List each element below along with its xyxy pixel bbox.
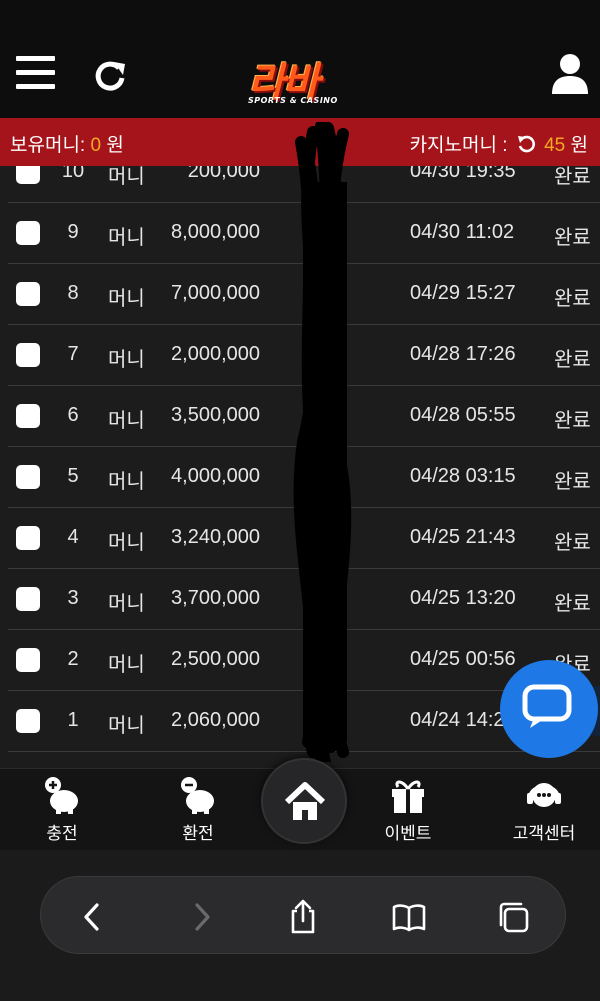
refresh-icon[interactable] (92, 58, 128, 94)
nav-events[interactable]: 이벤트 (358, 775, 458, 844)
row-checkbox[interactable] (16, 166, 40, 184)
row-checkbox[interactable] (16, 404, 40, 428)
row-status: 완료 (554, 593, 591, 615)
row-number: 1 (67, 709, 79, 731)
row-number: 3 (67, 587, 79, 609)
headset-icon (527, 783, 561, 807)
row-type: 머니 (108, 288, 145, 310)
piggy-plus-icon (45, 777, 78, 814)
row-type: 머니 (108, 532, 145, 554)
piggy-minus-icon (181, 777, 214, 814)
row-amount: 200,000 (187, 166, 260, 182)
row-amount: 4,000,000 (171, 465, 260, 487)
row-number: 9 (67, 221, 79, 243)
row-status: 완료 (554, 288, 591, 310)
browser-toolbar (0, 850, 600, 1001)
row-type: 머니 (108, 654, 145, 676)
row-date: 04/29 15:27 (410, 282, 516, 304)
site-header: 라바 SPORTS & CASINO (0, 0, 600, 118)
home-icon (284, 782, 326, 820)
holding-money-unit: 원 (106, 135, 124, 156)
row-number: 8 (67, 282, 79, 304)
row-status: 완료 (554, 471, 591, 493)
bookmarks-icon[interactable] (391, 899, 427, 935)
logo-subtitle: SPORTS & CASINO (248, 96, 338, 105)
row-amount: 3,240,000 (171, 526, 260, 548)
row-number: 5 (67, 465, 79, 487)
holding-money: 보유머니: 0 원 (10, 130, 124, 157)
row-number: 10 (61, 166, 85, 182)
row-number: 4 (67, 526, 79, 548)
user-icon[interactable] (550, 52, 590, 94)
browser-toolbar-pill (40, 876, 566, 954)
tabs-icon[interactable] (495, 899, 531, 935)
nav-withdraw-label: 환전 (182, 824, 214, 843)
row-type: 머니 (108, 166, 145, 188)
row-type: 머니 (108, 471, 145, 493)
casino-money-unit: 원 (570, 135, 588, 156)
row-status: 완료 (554, 410, 591, 432)
holding-money-value: 0 (90, 135, 102, 156)
row-date: 04/30 19:35 (410, 166, 516, 182)
row-amount: 3,500,000 (171, 404, 260, 426)
row-date: 04/25 00:56 (410, 648, 516, 670)
row-amount: 8,000,000 (171, 221, 260, 243)
holding-money-label: 보유머니: (10, 135, 86, 156)
row-status: 완료 (554, 166, 591, 188)
row-status: 완료 (554, 227, 591, 249)
row-checkbox[interactable] (16, 343, 40, 367)
nav-events-label: 이벤트 (384, 824, 432, 843)
row-amount: 3,700,000 (171, 587, 260, 609)
nav-deposit-label: 충전 (46, 824, 78, 843)
forward-icon[interactable] (183, 899, 219, 935)
row-amount: 2,000,000 (171, 343, 260, 365)
row-checkbox[interactable] (16, 709, 40, 733)
row-type: 머니 (108, 410, 145, 432)
row-type: 머니 (108, 349, 145, 371)
home-button[interactable] (261, 758, 347, 844)
row-checkbox[interactable] (16, 648, 40, 672)
row-date: 04/28 17:26 (410, 343, 516, 365)
chat-bubble-icon (522, 684, 572, 728)
row-date: 04/28 05:55 (410, 404, 516, 426)
row-amount: 7,000,000 (171, 282, 260, 304)
row-date: 04/28 03:15 (410, 465, 516, 487)
share-icon[interactable] (285, 899, 321, 935)
casino-refresh-icon[interactable] (517, 135, 535, 153)
row-checkbox[interactable] (16, 465, 40, 489)
row-type: 머니 (108, 227, 145, 249)
hamburger-menu-icon[interactable] (16, 56, 56, 92)
row-date: 04/25 21:43 (410, 526, 516, 548)
row-checkbox[interactable] (16, 221, 40, 245)
redaction-scribble (293, 122, 352, 762)
row-checkbox[interactable] (16, 587, 40, 611)
row-amount: 2,500,000 (171, 648, 260, 670)
row-status: 완료 (554, 532, 591, 554)
row-number: 7 (67, 343, 79, 365)
nav-support[interactable]: 고객센터 (494, 775, 594, 844)
row-amount: 2,060,000 (171, 709, 260, 731)
row-date: 04/24 14:2 (410, 709, 505, 731)
casino-money: 카지노머니 : 45 원 (410, 130, 588, 157)
row-status: 완료 (554, 349, 591, 371)
row-number: 2 (67, 648, 79, 670)
row-date: 04/30 11:02 (410, 221, 515, 243)
casino-money-label: 카지노머니 : (409, 135, 508, 156)
row-type: 머니 (108, 715, 145, 737)
nav-deposit[interactable]: 충전 (12, 775, 112, 844)
row-date: 04/25 13:20 (410, 587, 516, 609)
casino-money-value: 45 (544, 135, 566, 156)
chat-button[interactable] (500, 660, 598, 758)
nav-support-label: 고객센터 (512, 824, 576, 843)
row-checkbox[interactable] (16, 282, 40, 306)
back-icon[interactable] (75, 899, 111, 935)
row-checkbox[interactable] (16, 526, 40, 550)
nav-withdraw[interactable]: 환전 (148, 775, 248, 844)
row-type: 머니 (108, 593, 145, 615)
gift-icon (392, 780, 424, 813)
site-logo[interactable]: 라바 SPORTS & CASINO (244, 50, 368, 112)
row-number: 6 (67, 404, 79, 426)
